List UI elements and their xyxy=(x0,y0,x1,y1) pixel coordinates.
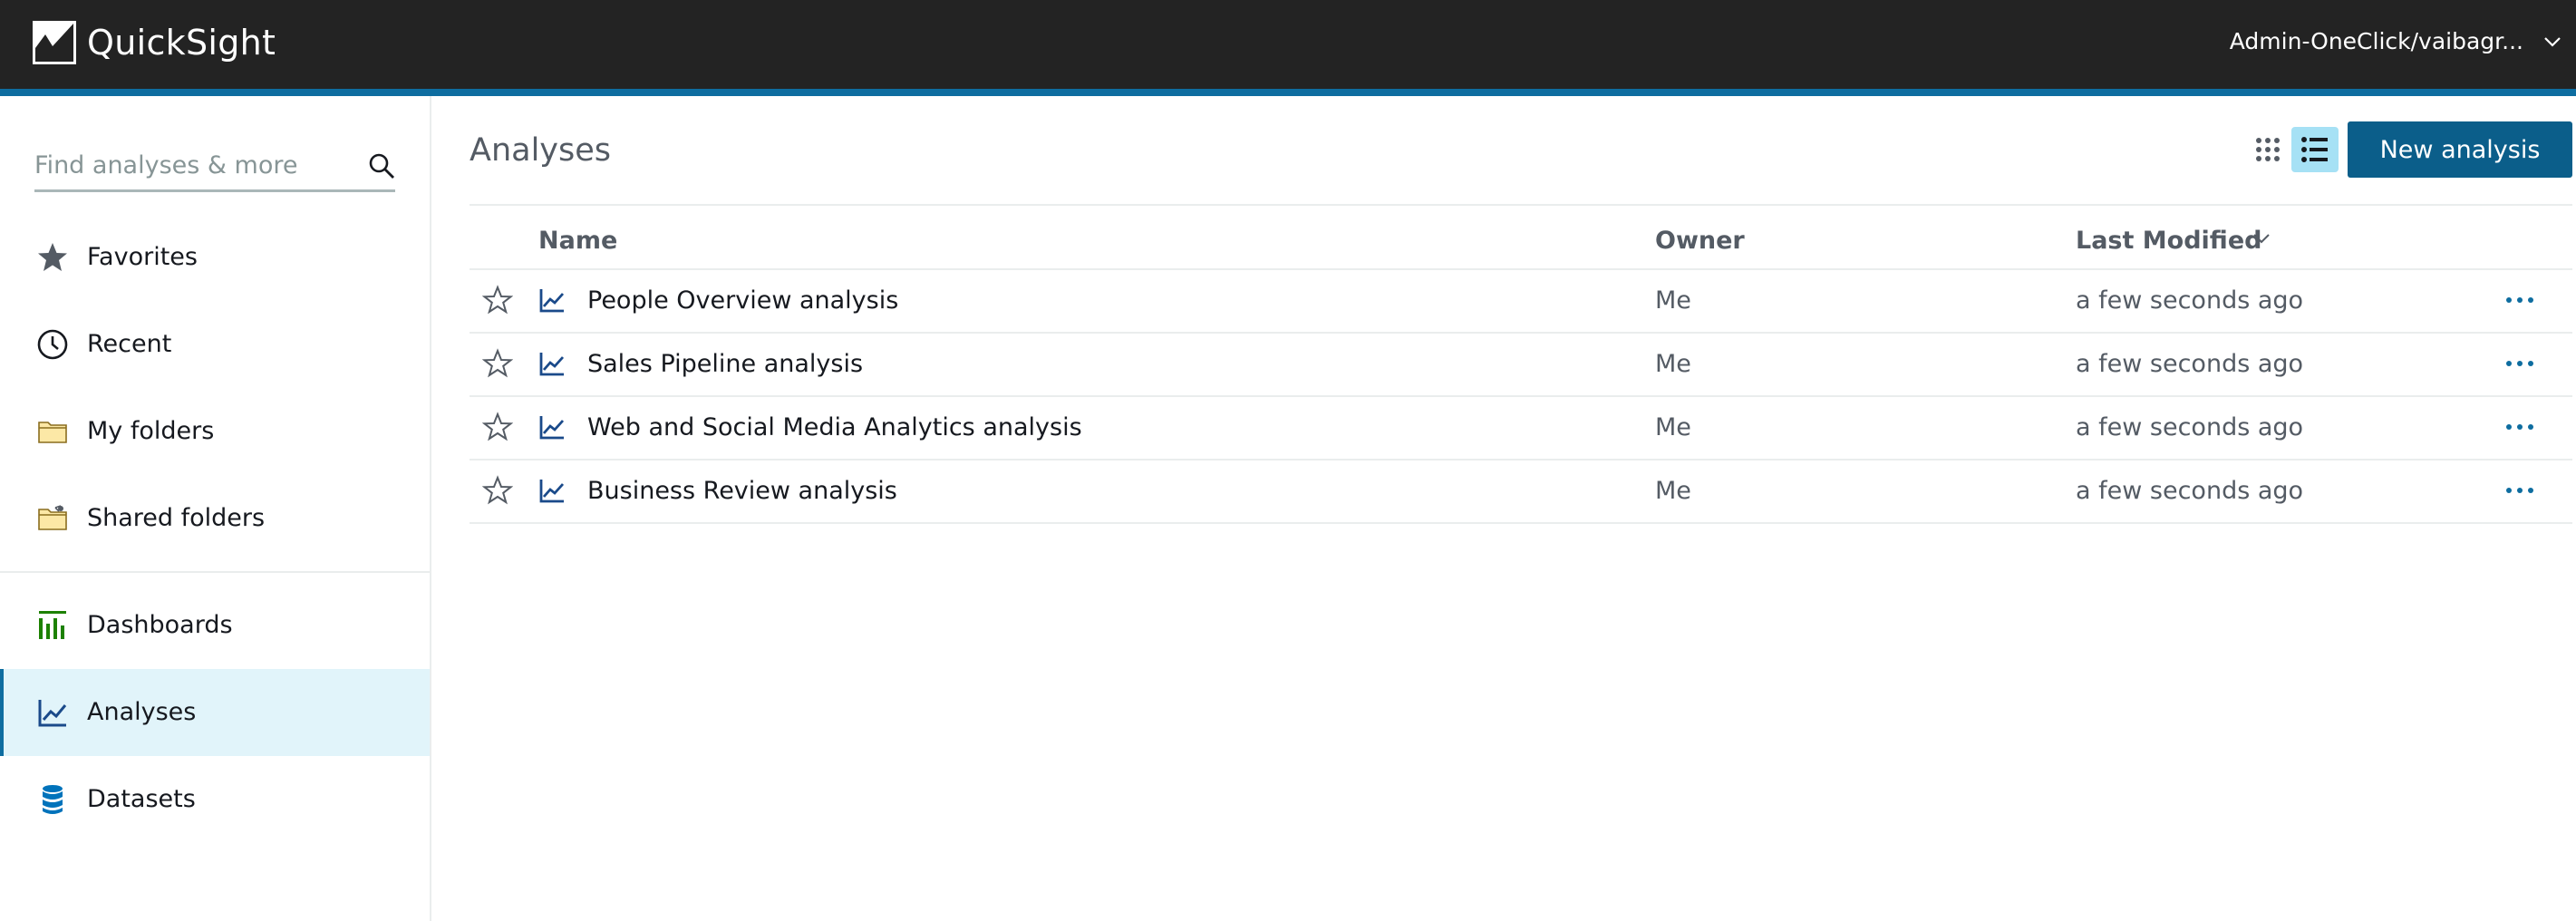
star-outline-icon[interactable] xyxy=(482,475,513,506)
database-icon xyxy=(43,785,63,814)
table-divider xyxy=(470,204,2572,206)
sidebar-item-recent[interactable]: Recent xyxy=(0,301,430,388)
sidebar: Favorites Recent My folders Shared folde… xyxy=(0,96,431,921)
star-outline-icon[interactable] xyxy=(482,348,513,379)
sidebar-item-label: Analyses xyxy=(87,698,197,726)
table-row[interactable]: Business Review analysis Me a few second… xyxy=(470,460,2572,524)
chevron-down-icon xyxy=(2544,37,2561,47)
analysis-name-link[interactable]: Business Review analysis xyxy=(587,473,897,509)
sidebar-item-label: Recent xyxy=(87,330,172,358)
line-chart-icon xyxy=(38,700,67,727)
grid-view-icon xyxy=(2256,138,2280,161)
sidebar-item-label: Shared folders xyxy=(87,504,266,532)
app-name: QuickSight xyxy=(87,23,276,63)
search-box xyxy=(34,140,395,192)
chevron-down-icon[interactable] xyxy=(2252,232,2271,245)
analysis-name-link[interactable]: Web and Social Media Analytics analysis xyxy=(587,410,1082,446)
sidebar-item-my-folders[interactable]: My folders xyxy=(0,388,430,475)
line-chart-icon xyxy=(539,353,565,376)
column-header-owner[interactable]: Owner xyxy=(1655,223,1745,259)
table-row[interactable]: People Overview analysis Me a few second… xyxy=(470,270,2572,334)
more-options-icon[interactable] xyxy=(2500,348,2540,379)
more-options-icon[interactable] xyxy=(2500,475,2540,506)
shared-folder-icon xyxy=(38,505,67,530)
user-menu[interactable]: Admin-OneClick/vaibagr... xyxy=(2230,25,2561,58)
grid-view-button[interactable] xyxy=(2248,127,2288,172)
table-row[interactable]: Sales Pipeline analysis Me a few seconds… xyxy=(470,334,2572,397)
sidebar-item-analyses[interactable]: Analyses xyxy=(0,669,430,756)
more-options-icon[interactable] xyxy=(2500,285,2540,315)
sidebar-item-label: My folders xyxy=(87,417,215,445)
sidebar-item-label: Datasets xyxy=(87,785,196,813)
analysis-name-link[interactable]: People Overview analysis xyxy=(587,283,898,319)
sidebar-item-dashboards[interactable]: Dashboards xyxy=(0,582,430,669)
clock-icon xyxy=(37,329,68,360)
sidebar-item-label: Dashboards xyxy=(87,611,233,639)
line-chart-icon xyxy=(539,480,565,503)
search-icon[interactable] xyxy=(368,152,395,179)
line-chart-icon xyxy=(539,289,565,313)
bar-chart-icon xyxy=(39,611,66,639)
search-input[interactable] xyxy=(34,147,352,183)
line-chart-icon xyxy=(539,416,565,440)
last-modified-cell: a few seconds ago xyxy=(2076,413,2304,441)
sidebar-item-favorites[interactable]: Favorites xyxy=(0,214,430,301)
star-icon xyxy=(38,243,67,271)
owner-cell: Me xyxy=(1655,350,1691,378)
quicksight-logo-icon xyxy=(33,21,76,64)
last-modified-cell: a few seconds ago xyxy=(2076,477,2304,505)
top-bar: QuickSight Admin-OneClick/vaibagr... xyxy=(0,0,2576,89)
top-bar-accent xyxy=(0,89,2576,96)
star-outline-icon[interactable] xyxy=(482,285,513,315)
sidebar-item-datasets[interactable]: Datasets xyxy=(0,756,430,843)
owner-cell: Me xyxy=(1655,477,1691,505)
owner-cell: Me xyxy=(1655,413,1691,441)
sidebar-item-shared-folders[interactable]: Shared folders xyxy=(0,475,430,562)
owner-cell: Me xyxy=(1655,286,1691,315)
analysis-name-link[interactable]: Sales Pipeline analysis xyxy=(587,346,863,383)
table-row[interactable]: Web and Social Media Analytics analysis … xyxy=(470,397,2572,460)
sidebar-item-label: Favorites xyxy=(87,243,198,271)
folder-icon xyxy=(38,422,67,443)
more-options-icon[interactable] xyxy=(2500,412,2540,442)
page-title: Analyses xyxy=(470,132,612,169)
last-modified-cell: a few seconds ago xyxy=(2076,286,2304,315)
last-modified-cell: a few seconds ago xyxy=(2076,350,2304,378)
star-outline-icon[interactable] xyxy=(482,412,513,442)
column-header-name[interactable]: Name xyxy=(538,223,617,259)
new-analysis-button[interactable]: New analysis xyxy=(2348,121,2572,178)
sidebar-divider xyxy=(0,571,430,573)
user-name: Admin-OneClick/vaibagr... xyxy=(2229,28,2523,54)
list-view-button[interactable] xyxy=(2291,127,2339,172)
column-header-last-modified[interactable]: Last Modified xyxy=(2076,223,2261,259)
list-view-icon xyxy=(2301,137,2328,162)
